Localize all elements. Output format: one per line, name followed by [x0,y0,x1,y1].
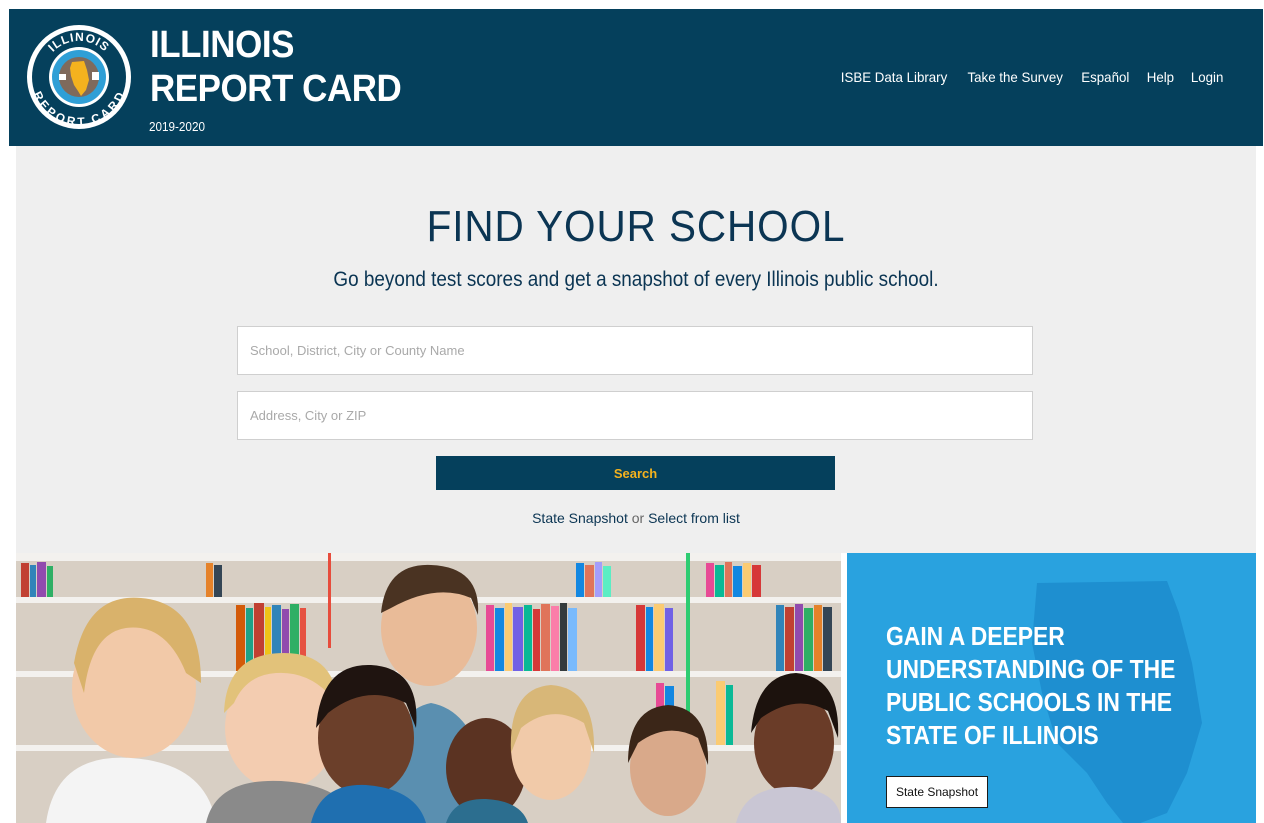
nav-isbe-data-library[interactable]: ISBE Data Library [841,69,947,85]
nav-help[interactable]: Help [1147,69,1174,85]
promo-headline: GAIN A DEEPER UNDERSTANDING OF THE PUBLI… [886,621,1176,750]
page-title: FIND YOUR SCHOOL [426,202,846,251]
report-card-logo[interactable]: ILLINOIS REPORT CARD [26,24,132,130]
nav-espanol[interactable]: Español [1082,69,1130,85]
state-snapshot-promo: GAIN A DEEPER UNDERSTANDING OF THE PUBLI… [847,553,1256,823]
state-snapshot-button[interactable]: State Snapshot [886,776,988,808]
nav-take-the-survey[interactable]: Take the Survey [967,69,1062,85]
search-alternative-links: State Snapshot or Select from list [16,510,1256,526]
site-title-line2: REPORT CARD [150,68,402,110]
address-search-input[interactable] [237,391,1033,440]
site-title[interactable]: ILLINOIS REPORT CARD [150,23,402,111]
state-snapshot-link[interactable]: State Snapshot [532,510,628,526]
school-name-search-input[interactable] [237,326,1033,375]
select-from-list-link[interactable]: Select from list [648,510,740,526]
page-subtitle: Go beyond test scores and get a snapshot… [333,268,939,291]
students-in-library-photo [16,553,841,823]
search-button[interactable]: Search [436,456,835,490]
link-separator: or [631,510,649,526]
search-section: FIND YOUR SCHOOL Go beyond test scores a… [16,146,1256,553]
top-nav: ISBE Data Library Take the Survey Españo… [838,69,1224,85]
school-year: 2019-2020 [149,119,205,134]
site-title-line1: ILLINOIS [150,24,294,66]
nav-login[interactable]: Login [1191,69,1224,85]
site-header: ILLINOIS REPORT CARD ILLINOIS REPORT CAR… [9,9,1263,146]
